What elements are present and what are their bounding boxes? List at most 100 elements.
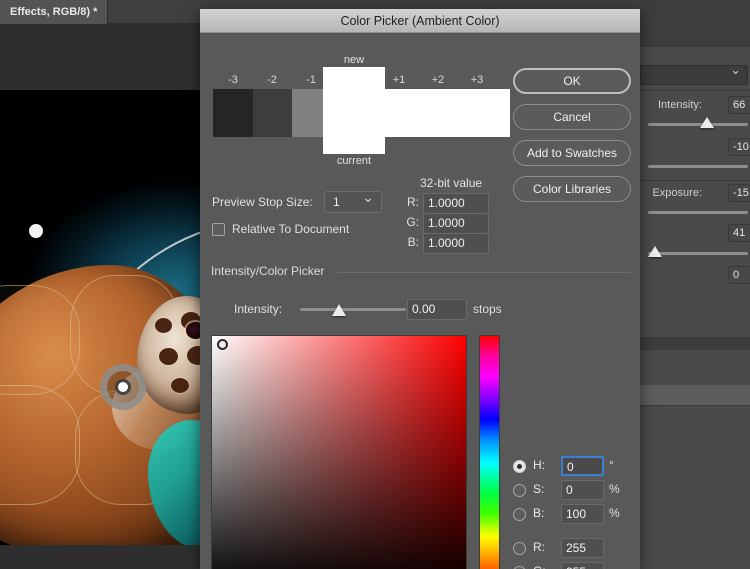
hue-unit: ° <box>609 458 614 472</box>
bit-value-b-label: B: <box>407 235 419 249</box>
panel-exposure-value[interactable]: -15 <box>728 184 750 202</box>
preview-stop-size-label: Preview Stop Size: <box>212 195 313 209</box>
panel-slider-2-track[interactable] <box>648 165 748 168</box>
stop-label-minus2: -2 <box>267 74 277 86</box>
canvas-area[interactable] <box>0 24 205 569</box>
shell-scute <box>0 285 80 395</box>
bit-value-r-label: R: <box>407 195 419 209</box>
panel-row-highlight[interactable] <box>640 385 750 405</box>
ok-button[interactable]: OK <box>513 68 631 94</box>
panel-preset-select[interactable] <box>640 62 748 85</box>
radio-brightness[interactable] <box>513 508 526 521</box>
panel-divider <box>640 405 750 406</box>
saturation-unit: % <box>609 482 620 496</box>
preview-stops: -3 -2 -1 +1 +2 +3 new current <box>213 54 510 167</box>
color-row-saturation: S: 0 % <box>513 479 641 503</box>
section-title: Intensity/Color Picker <box>211 264 325 278</box>
panel-divider <box>640 90 750 91</box>
screen: Effects, RGB/8) * ⌄ Intensity: 66 -10 Ex… <box>0 0 750 569</box>
red-label: R: <box>533 540 545 554</box>
properties-panel: Intensity: 66 -10 Exposure: -15 41 0 <box>640 0 750 569</box>
brightness-unit: % <box>609 506 620 520</box>
panel-field-2-value[interactable]: -10 <box>728 138 750 156</box>
saturation-value-field[interactable] <box>211 335 467 569</box>
document-tab[interactable]: Effects, RGB/8) * <box>0 0 109 24</box>
green-input[interactable]: 255 <box>561 562 604 569</box>
bit-value-row-b: B: 1.0000 <box>405 233 505 254</box>
color-value-fields: H: 0 ° S: 0 % B: 100 % R: 255 <box>513 455 641 569</box>
intensity-input[interactable]: 0.00 <box>407 299 467 320</box>
dialog-title-bar[interactable]: Color Picker (Ambient Color) <box>200 9 640 33</box>
stop-label-plus2: +2 <box>431 74 445 86</box>
intensity-control: Intensity: 0.00 stops <box>200 299 640 323</box>
intensity-label: Intensity: <box>234 302 283 316</box>
head-spot <box>171 378 189 393</box>
new-color-label: new <box>343 54 365 66</box>
panel-intensity-slider-track[interactable] <box>648 123 748 126</box>
hue-label: H: <box>533 458 545 472</box>
red-input[interactable]: 255 <box>561 538 604 558</box>
relative-to-document-label: Relative To Document <box>232 222 350 236</box>
panel-band <box>640 350 750 382</box>
preview-stop-size-value: 1 <box>333 195 340 209</box>
bit-value-g-input[interactable]: 1.0000 <box>423 213 489 234</box>
radio-saturation[interactable] <box>513 484 526 497</box>
color-row-hue: H: 0 ° <box>513 455 641 479</box>
panel-field-4-value[interactable]: 41 <box>728 224 750 242</box>
stop-swatch-plus3[interactable] <box>471 89 510 137</box>
saturation-label: S: <box>533 482 545 496</box>
panel-divider <box>640 180 750 181</box>
panel-divider <box>640 46 750 47</box>
stop-label-minus3: -3 <box>228 74 238 86</box>
new-current-color-swatch[interactable] <box>323 67 385 154</box>
shell-scute <box>0 385 80 505</box>
bit-value-b-input[interactable]: 1.0000 <box>423 233 489 254</box>
stop-swatch-minus3[interactable] <box>213 89 253 137</box>
hue-slider[interactable] <box>479 335 500 569</box>
add-to-swatches-button[interactable]: Add to Swatches <box>513 140 631 166</box>
panel-header-band <box>640 0 750 46</box>
color-libraries-button[interactable]: Color Libraries <box>513 176 631 202</box>
panel-slider-4-track[interactable] <box>648 252 748 255</box>
canvas-bottom-strip <box>0 545 205 569</box>
relative-to-document-checkbox[interactable] <box>212 223 225 236</box>
hue-input[interactable]: 0 <box>561 456 604 476</box>
panel-intensity-slider-knob[interactable] <box>700 117 714 128</box>
stop-label-plus1: +1 <box>392 74 406 86</box>
light-handle-icon[interactable] <box>29 224 43 238</box>
light-widget-center-icon[interactable] <box>118 382 128 392</box>
color-picker-dialog: Color Picker (Ambient Color) -3 -2 -1 +1… <box>200 9 640 569</box>
current-color-label: current <box>336 155 372 167</box>
stop-swatch-minus2[interactable] <box>253 89 292 137</box>
document-tab-label: Effects, RGB/8) * <box>10 6 98 18</box>
brightness-label: B: <box>533 506 545 520</box>
panel-intensity-value[interactable]: 66 <box>728 96 750 114</box>
turtle-photo <box>0 90 205 545</box>
section-rule <box>337 272 631 273</box>
saturation-input[interactable]: 0 <box>561 480 604 500</box>
panel-exposure-slider-track[interactable] <box>648 211 748 214</box>
color-field-cursor-icon[interactable] <box>217 339 228 350</box>
panel-intensity-label: Intensity: <box>657 99 702 111</box>
intensity-unit: stops <box>473 302 502 316</box>
cancel-button[interactable]: Cancel <box>513 104 631 130</box>
bit-value-r-input[interactable]: 1.0000 <box>423 193 489 214</box>
radio-hue[interactable] <box>513 460 526 473</box>
intensity-slider-track[interactable] <box>300 308 406 311</box>
dialog-buttons: OK Cancel Add to Swatches Color Librarie… <box>513 68 631 212</box>
head-spot <box>159 348 178 365</box>
panel-field-5-value[interactable]: 0 <box>728 266 750 284</box>
intensity-slider-knob[interactable] <box>332 304 346 316</box>
bit-value-row-g: G: 1.0000 <box>405 213 505 234</box>
intensity-color-picker-section: Intensity/Color Picker <box>211 264 631 280</box>
color-row-green: G: 255 <box>513 561 641 569</box>
brightness-input[interactable]: 100 <box>561 504 604 524</box>
stop-swatch-plus1[interactable] <box>393 89 432 137</box>
radio-red[interactable] <box>513 542 526 555</box>
stop-swatch-plus2[interactable] <box>432 89 471 137</box>
color-row-red: R: 255 <box>513 537 641 561</box>
bit-value-row-r: R: 1.0000 <box>405 193 505 214</box>
panel-slider-4-knob[interactable] <box>648 246 662 257</box>
head-spot <box>155 318 172 333</box>
preview-stop-size-select[interactable]: 1 <box>324 187 382 213</box>
